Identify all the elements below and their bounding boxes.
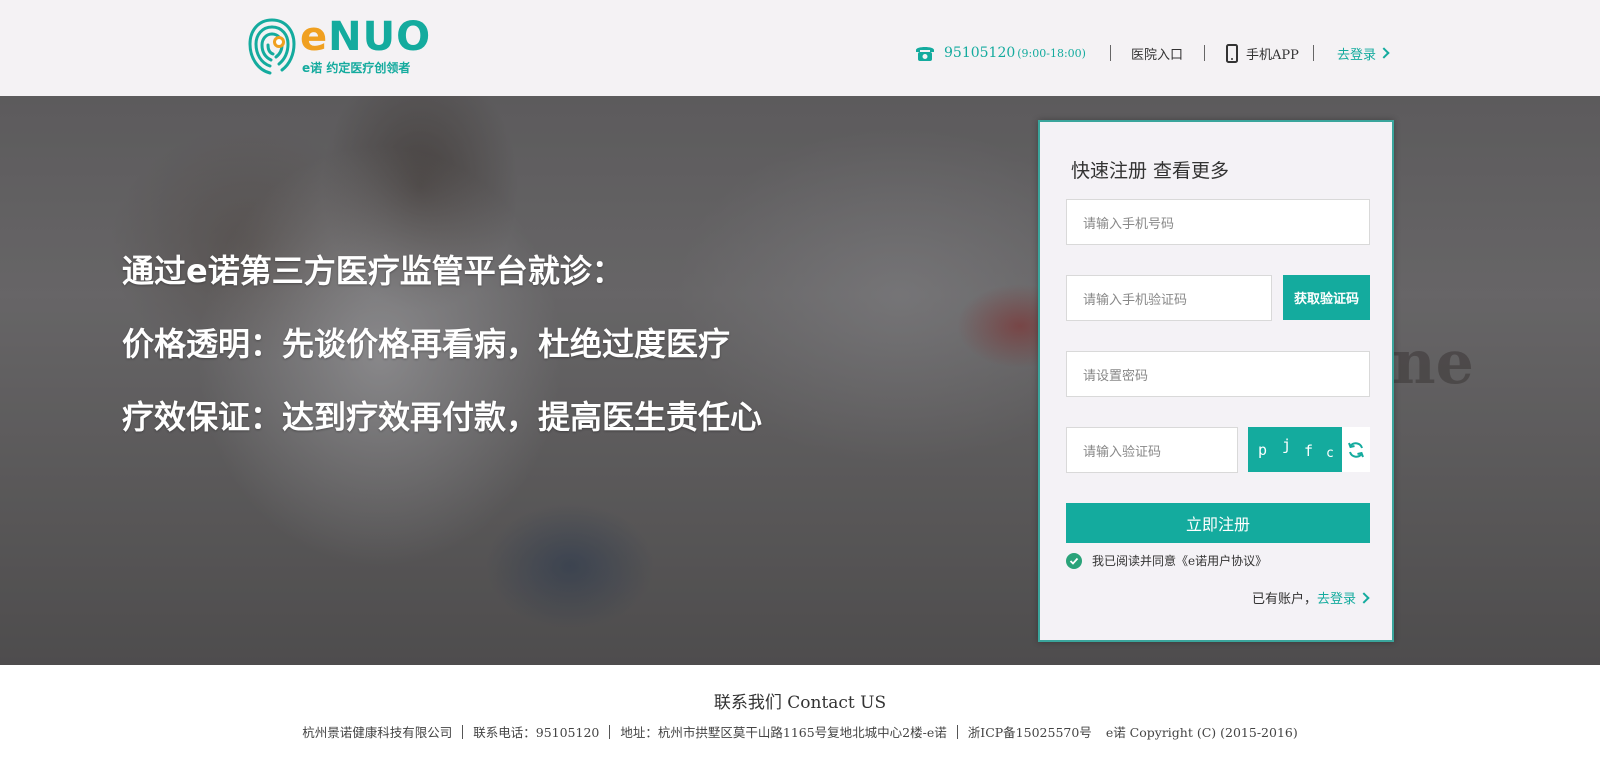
footer-divider (462, 724, 464, 739)
captcha-char: c (1326, 446, 1334, 461)
top-header: eNUO e诺 约定医疗创领者 95105120 (9:00-18:00) 医院… (0, 0, 1600, 96)
register-title: 快速注册 查看更多 (1071, 160, 1230, 182)
footer-copyright: e诺 Copyright (C) (2015-2016) (1105, 725, 1298, 740)
captcha-input[interactable]: 请输入验证码 (1066, 427, 1238, 473)
register-panel: 快速注册 查看更多 请输入手机号码 请输入手机验证码 获取验证码 请设置密码 请… (1038, 120, 1394, 642)
footer-title: 联系我们 Contact US (713, 693, 887, 713)
phone-hours: (9:00-18:00) (1017, 46, 1086, 60)
mobile-app-link[interactable]: 手机APP (1226, 40, 1299, 66)
agreement-row: 我已阅读并同意《e诺用户协议》 (1066, 552, 1267, 569)
captcha-char: p (1258, 441, 1268, 459)
footer-phone: 联系电话：95105120 (473, 725, 600, 740)
panel-login-link[interactable]: 去登录 (1317, 588, 1356, 607)
captcha-image[interactable]: p j f c (1248, 427, 1342, 472)
has-account-text: 已有账户， (1251, 592, 1317, 607)
mobile-phone-icon (1226, 43, 1238, 63)
login-label: 去登录 (1337, 47, 1377, 63)
check-circle-icon[interactable] (1066, 552, 1082, 569)
logo-letter-e: e (300, 14, 329, 60)
password-input[interactable]: 请设置密码 (1066, 351, 1370, 397)
register-submit-button[interactable]: 立即注册 (1066, 503, 1370, 543)
sms-code-input[interactable]: 请输入手机验证码 (1066, 275, 1272, 321)
captcha-char: j (1282, 436, 1292, 454)
refresh-icon (1348, 441, 1364, 458)
nav-divider (1313, 45, 1314, 61)
get-code-button[interactable]: 获取验证码 (1283, 275, 1370, 320)
phone-number: 95105120 (944, 45, 1016, 61)
chevron-right-icon (1358, 591, 1370, 604)
hospital-entry-label: 医院入口 (1131, 47, 1184, 63)
mobile-app-label: 手机APP (1246, 47, 1299, 63)
footer-company: 杭州景诺健康科技有限公司 (302, 725, 453, 740)
phone-input[interactable]: 请输入手机号码 (1066, 199, 1370, 245)
background-sign-text: ne (1392, 328, 1474, 398)
captcha-input-placeholder: 请输入验证码 (1083, 444, 1162, 460)
hero-slogan-line: 价格透明：先谈价格再看病，杜绝过度医疗 (122, 325, 731, 363)
hero-slogan-line: 疗效保证：达到疗效再付款，提高医生责任心 (122, 398, 763, 436)
sms-code-input-placeholder: 请输入手机验证码 (1083, 292, 1188, 308)
hero-slogans: 通过e诺第三方医疗监管平台就诊： 价格透明：先谈价格再看病，杜绝过度医疗 疗效保… (122, 253, 762, 472)
chevron-right-icon (1378, 47, 1390, 59)
logo-slogan: e诺 约定医疗创领者 (302, 61, 411, 75)
password-input-placeholder: 请设置密码 (1083, 368, 1149, 384)
phone-input-placeholder: 请输入手机号码 (1083, 216, 1175, 232)
footer-address: 地址：杭州市拱墅区莫干山路1165号复地北城中心2楼-e诺 (620, 725, 947, 740)
enuo-logo[interactable]: eNUO e诺 约定医疗创领者 (246, 14, 436, 76)
footer-icp[interactable]: 浙ICP备15025570号 (968, 722, 1092, 741)
hero-slogan-line: 通过e诺第三方医疗监管平台就诊： (122, 252, 624, 290)
footer-divider (609, 724, 611, 739)
refresh-captcha-button[interactable] (1342, 427, 1370, 472)
footer-divider (956, 724, 958, 739)
footer-info: 杭州景诺健康科技有限公司 联系电话：95105120 地址：杭州市拱墅区莫干山路… (0, 722, 1600, 741)
telephone-icon (916, 47, 934, 61)
nav-divider (1110, 45, 1111, 61)
has-account-row: 已有账户， 去登录 (1251, 588, 1370, 607)
logo-letters-nuo: NUO (328, 14, 432, 60)
nav-divider (1204, 45, 1205, 61)
captcha-char: f (1304, 442, 1314, 460)
login-link-top[interactable]: 去登录 (1337, 40, 1390, 66)
service-phone: 95105120 (9:00-18:00) (914, 40, 1086, 66)
logo-wordmark: eNUO (300, 14, 431, 60)
hospital-entry-link[interactable]: 医院入口 (1131, 40, 1183, 66)
fingerprint-logo-icon (248, 18, 296, 75)
agreement-text[interactable]: 我已阅读并同意《e诺用户协议》 (1092, 552, 1267, 569)
